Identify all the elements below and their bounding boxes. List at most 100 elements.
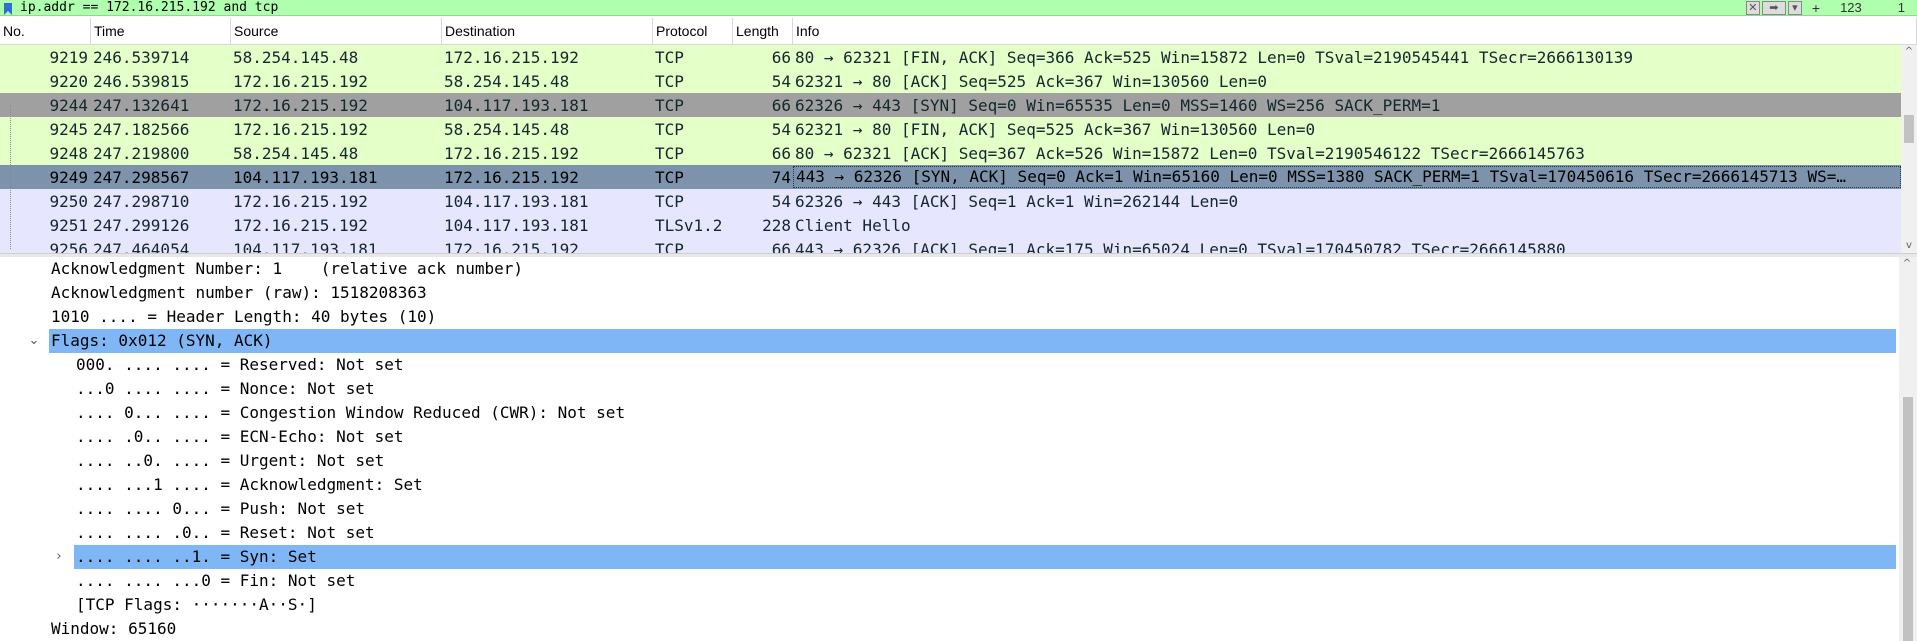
scroll-thumb[interactable] (1904, 115, 1914, 143)
packet-time: 247.464054 (93, 239, 190, 254)
packet-destination: 172.16.215.192 (444, 167, 579, 187)
scroll-up-icon[interactable]: ^ (1902, 259, 1912, 269)
display-filter-bar: ip.addr == 172.16.215.192 and tcp ✕ ➡ ▾ … (0, 0, 1917, 16)
packet-no: 9256 (49, 239, 88, 254)
column-header-destination[interactable]: Destination (442, 18, 653, 44)
packet-destination: 104.117.193.181 (444, 191, 589, 211)
bookmark-filter-icon[interactable] (2, 1, 16, 15)
detail-row[interactable]: .... .... 0... = Push: Not set (0, 497, 1917, 521)
clear-icon[interactable]: ✕ (1745, 0, 1760, 15)
column-header-time[interactable]: Time (91, 18, 231, 44)
chevron-down-icon[interactable]: ▾ (1787, 0, 1802, 15)
packet-protocol: TCP (655, 143, 684, 163)
display-filter-input[interactable]: ip.addr == 172.16.215.192 and tcp (20, 0, 1744, 15)
packet-time: 247.132641 (93, 95, 190, 115)
packet-info: 80 → 62321 [FIN, ACK] Seq=366 Ack=525 Wi… (795, 47, 1634, 67)
packet-destination: 172.16.215.192 (444, 143, 579, 163)
chevron-right-icon[interactable]: › (52, 545, 66, 569)
packet-info: 443 → 62326 [SYN, ACK] Seq=0 Ack=1 Win=6… (793, 166, 1901, 188)
detail-text: ...0 .... .... = Nonce: Not set (76, 379, 375, 398)
chevron-down-icon[interactable]: ⌄ (27, 329, 41, 353)
column-header-info[interactable]: Info (793, 18, 1917, 44)
packet-destination: 104.117.193.181 (444, 215, 589, 235)
packet-row[interactable]: 9256 247.464054 104.117.193.181 172.16.215.… (0, 237, 1901, 253)
packet-row[interactable]: 9244 247.132641 172.16.215.192 104.117.193.… (0, 93, 1901, 117)
detail-text: .... ..0. .... = Urgent: Not set (76, 451, 385, 470)
packet-row[interactable]: 9251 247.299126 172.16.215.192 104.117.193.… (0, 213, 1901, 237)
packet-list-scrollbar[interactable]: ^ v (1901, 45, 1917, 253)
column-header-source[interactable]: Source (231, 18, 442, 44)
detail-row[interactable]: Acknowledgment Number: 1 (relative ack n… (0, 257, 1917, 281)
packet-info: 62321 → 80 [ACK] Seq=525 Ack=367 Win=130… (795, 71, 1268, 91)
packet-time: 247.298567 (93, 167, 190, 187)
filter-count-a: 123 (1840, 0, 1862, 15)
detail-row[interactable]: .... .... .0.. = Reset: Not set (0, 521, 1917, 545)
packet-row[interactable]: 9248 247.219800 58.254.145.48 172.16.215.19… (0, 141, 1901, 165)
detail-row[interactable]: 000. .... .... = Reserved: Not set (0, 353, 1917, 377)
packet-protocol: TCP (655, 119, 684, 139)
column-header-no[interactable]: No. (0, 18, 91, 44)
packet-time: 246.539714 (93, 47, 190, 67)
detail-row[interactable]: Window: 65160 (0, 617, 1917, 641)
packet-list-header: No. Time Source Destination Protocol Len… (0, 18, 1917, 45)
packet-no: 9250 (49, 191, 88, 211)
packet-details-pane: Acknowledgment Number: 1 (relative ack n… (0, 257, 1917, 641)
detail-row[interactable]: .... .... ...0 = Fin: Not set (0, 569, 1917, 593)
packet-source: 104.117.193.181 (233, 167, 378, 187)
packet-source: 172.16.215.192 (233, 71, 368, 91)
detail-row[interactable]: ...0 .... .... = Nonce: Not set (0, 377, 1917, 401)
detail-text: Acknowledgment Number: 1 (relative ack n… (51, 259, 524, 278)
packet-source: 58.254.145.48 (233, 143, 359, 163)
detail-row[interactable]: Acknowledgment number (raw): 1518208363 (0, 281, 1917, 305)
detail-row[interactable]: [TCP Flags: ·······A··S·] (0, 593, 1917, 617)
packet-no: 9249 (49, 167, 88, 187)
detail-row[interactable]: .... 0... .... = Congestion Window Reduc… (0, 401, 1917, 425)
packet-source: 58.254.145.48 (233, 47, 359, 67)
packet-rows: 9219 246.539714 58.254.145.48 172.16.215.19… (0, 45, 1917, 253)
packet-no: 9245 (49, 119, 88, 139)
packet-info: 443 → 62326 [ACK] Seq=1 Ack=175 Win=6502… (795, 239, 1566, 254)
scroll-thumb[interactable] (1903, 397, 1913, 641)
filter-controls: ✕ ➡ ▾ + 123 1 (1744, 0, 1917, 16)
detail-row[interactable]: 1010 .... = Header Length: 40 bytes (10) (0, 305, 1917, 329)
detail-row[interactable]: ⌄ Flags: 0x012 (SYN, ACK) (0, 329, 1917, 353)
detail-rows: Acknowledgment Number: 1 (relative ack n… (0, 257, 1917, 641)
scroll-down-icon[interactable]: v (1904, 241, 1914, 251)
column-header-length[interactable]: Length (733, 18, 793, 44)
detail-row[interactable]: .... ..0. .... = Urgent: Not set (0, 449, 1917, 473)
packet-time: 247.298710 (93, 191, 190, 211)
detail-text: .... 0... .... = Congestion Window Reduc… (76, 403, 626, 422)
packet-time: 246.539815 (93, 71, 190, 91)
packet-time: 247.219800 (93, 143, 190, 163)
packet-destination: 58.254.145.48 (444, 119, 570, 139)
packet-row[interactable]: 9245 247.182566 172.16.215.192 58.254.145.4… (0, 117, 1901, 141)
packet-protocol: TCP (655, 191, 684, 211)
packet-no: 9219 (49, 47, 88, 67)
packet-row[interactable]: 9219 246.539714 58.254.145.48 172.16.215.19… (0, 45, 1901, 69)
detail-row[interactable]: .... ...1 .... = Acknowledgment: Set (0, 473, 1917, 497)
packet-source: 172.16.215.192 (233, 215, 368, 235)
packet-destination: 172.16.215.192 (444, 239, 579, 254)
details-scrollbar[interactable]: ^ (1899, 257, 1917, 641)
packet-list: No. Time Source Destination Protocol Len… (0, 18, 1917, 253)
add-filter-button[interactable]: + (1812, 0, 1820, 16)
detail-text: Acknowledgment number (raw): 1518208363 (51, 283, 427, 302)
detail-row[interactable]: .... .0.. .... = ECN-Echo: Not set (0, 425, 1917, 449)
packet-row[interactable]: 9250 247.298710 172.16.215.192 104.117.193.… (0, 189, 1901, 213)
packet-protocol: TCP (655, 239, 684, 254)
packet-time: 247.299126 (93, 215, 190, 235)
packet-length: 74 (771, 167, 791, 187)
packet-source: 172.16.215.192 (233, 95, 368, 115)
column-header-protocol[interactable]: Protocol (653, 18, 733, 44)
packet-length: 228 (762, 215, 791, 235)
detail-text: .... .... .0.. = Reset: Not set (76, 523, 375, 542)
apply-arrow-icon[interactable]: ➡ (1761, 0, 1786, 15)
packet-row[interactable]: 9249 247.298567 104.117.193.181 172.16.215.… (0, 165, 1901, 189)
packet-length: 66 (771, 239, 791, 254)
packet-length: 54 (771, 119, 791, 139)
packet-destination: 58.254.145.48 (444, 71, 570, 91)
detail-row[interactable]: › .... .... ..1. = Syn: Set (0, 545, 1917, 569)
scroll-up-icon[interactable]: ^ (1904, 47, 1914, 57)
packet-length: 66 (771, 143, 791, 163)
packet-row[interactable]: 9220 246.539815 172.16.215.192 58.254.145.4… (0, 69, 1901, 93)
